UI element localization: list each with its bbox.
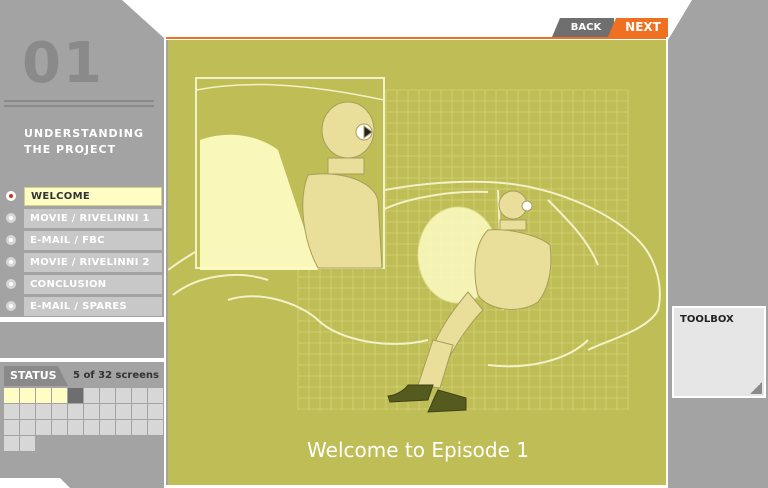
menu-item-label: E-MAIL / FBC (24, 231, 162, 250)
status-count: 5 of 32 screens (73, 370, 159, 381)
progress-cell (52, 388, 67, 403)
progress-cell (20, 404, 35, 419)
progress-cell (116, 388, 131, 403)
progress-cell (148, 388, 163, 403)
progress-cell (132, 404, 147, 419)
progress-cell (68, 388, 83, 403)
progress-cell (84, 404, 99, 419)
divider (4, 105, 154, 107)
progress-cell (84, 420, 99, 435)
episode-number: 01 (22, 31, 104, 96)
progress-cell (116, 436, 131, 451)
bullet-icon (6, 301, 16, 311)
status-label: STATUS (10, 369, 57, 382)
menu-item-email-fbc[interactable]: E-MAIL / FBC (0, 229, 164, 251)
bullet-icon (6, 279, 16, 289)
main-stage: Welcome to Episode 1 (166, 40, 666, 485)
progress-cell (4, 436, 19, 451)
episode-menu: WELCOME MOVIE / RIVELINNI 1 E-MAIL / FBC… (0, 185, 164, 317)
progress-cell (132, 420, 147, 435)
menu-item-label: MOVIE / RIVELINNI 2 (24, 253, 162, 272)
active-bullet-icon (6, 191, 16, 201)
progress-cell (20, 388, 35, 403)
progress-cell (100, 420, 115, 435)
progress-cell (4, 404, 19, 419)
menu-item-label: WELCOME (24, 187, 162, 206)
status-panel: STATUS 5 of 32 screens (0, 362, 164, 488)
progress-cell (20, 420, 35, 435)
menu-item-welcome[interactable]: WELCOME (0, 185, 164, 207)
progress-cell (116, 420, 131, 435)
crash-test-illustration (168, 77, 661, 413)
resize-corner-icon (750, 382, 762, 394)
progress-cell (84, 436, 99, 451)
menu-item-movie-rivelinni-1[interactable]: MOVIE / RIVELINNI 1 (0, 207, 164, 229)
menu-item-label: E-MAIL / SPARES (24, 297, 162, 316)
menu-item-email-spares[interactable]: E-MAIL / SPARES (0, 295, 164, 317)
progress-cell (4, 420, 19, 435)
menu-item-conclusion[interactable]: CONCLUSION (0, 273, 164, 295)
progress-cell (132, 388, 147, 403)
progress-cell (52, 420, 67, 435)
sidebar-spacer-panel (0, 322, 164, 358)
progress-cell (36, 420, 51, 435)
toolbox-label: TOOLBOX (680, 314, 734, 325)
progress-cell (100, 436, 115, 451)
sidebar: 01 UNDERSTANDING THE PROJECT WELCOME MOV… (0, 0, 164, 488)
welcome-title: Welcome to Episode 1 (307, 438, 529, 462)
right-panel (668, 0, 768, 488)
bullet-icon (6, 257, 16, 267)
progress-cell (36, 436, 51, 451)
bullet-icon (6, 235, 16, 245)
next-button[interactable]: NEXT (608, 18, 678, 37)
inset-closeup (195, 77, 385, 270)
divider (4, 100, 154, 102)
progress-cell (100, 388, 115, 403)
menu-item-movie-rivelinni-2[interactable]: MOVIE / RIVELINNI 2 (0, 251, 164, 273)
progress-cell (20, 436, 35, 451)
progress-cell (116, 404, 131, 419)
bullet-icon (6, 213, 16, 223)
progress-cell (148, 404, 163, 419)
menu-item-label: CONCLUSION (24, 275, 162, 294)
progress-cell (148, 420, 163, 435)
menu-item-label: MOVIE / RIVELINNI 1 (24, 209, 162, 228)
progress-cell (132, 436, 147, 451)
progress-grid (4, 388, 163, 470)
toolbox[interactable]: TOOLBOX (672, 306, 766, 398)
header-accent-line (166, 37, 666, 39)
progress-cell (84, 388, 99, 403)
progress-cell (36, 404, 51, 419)
progress-cell (148, 436, 163, 451)
progress-cell (100, 404, 115, 419)
progress-cell (52, 436, 67, 451)
progress-cell (52, 404, 67, 419)
progress-cell (68, 436, 83, 451)
section-title: UNDERSTANDING THE PROJECT (24, 127, 145, 156)
progress-cell (68, 404, 83, 419)
back-button[interactable]: BACK (552, 18, 614, 37)
progress-cell (68, 420, 83, 435)
progress-cell (4, 388, 19, 403)
progress-cell (36, 388, 51, 403)
